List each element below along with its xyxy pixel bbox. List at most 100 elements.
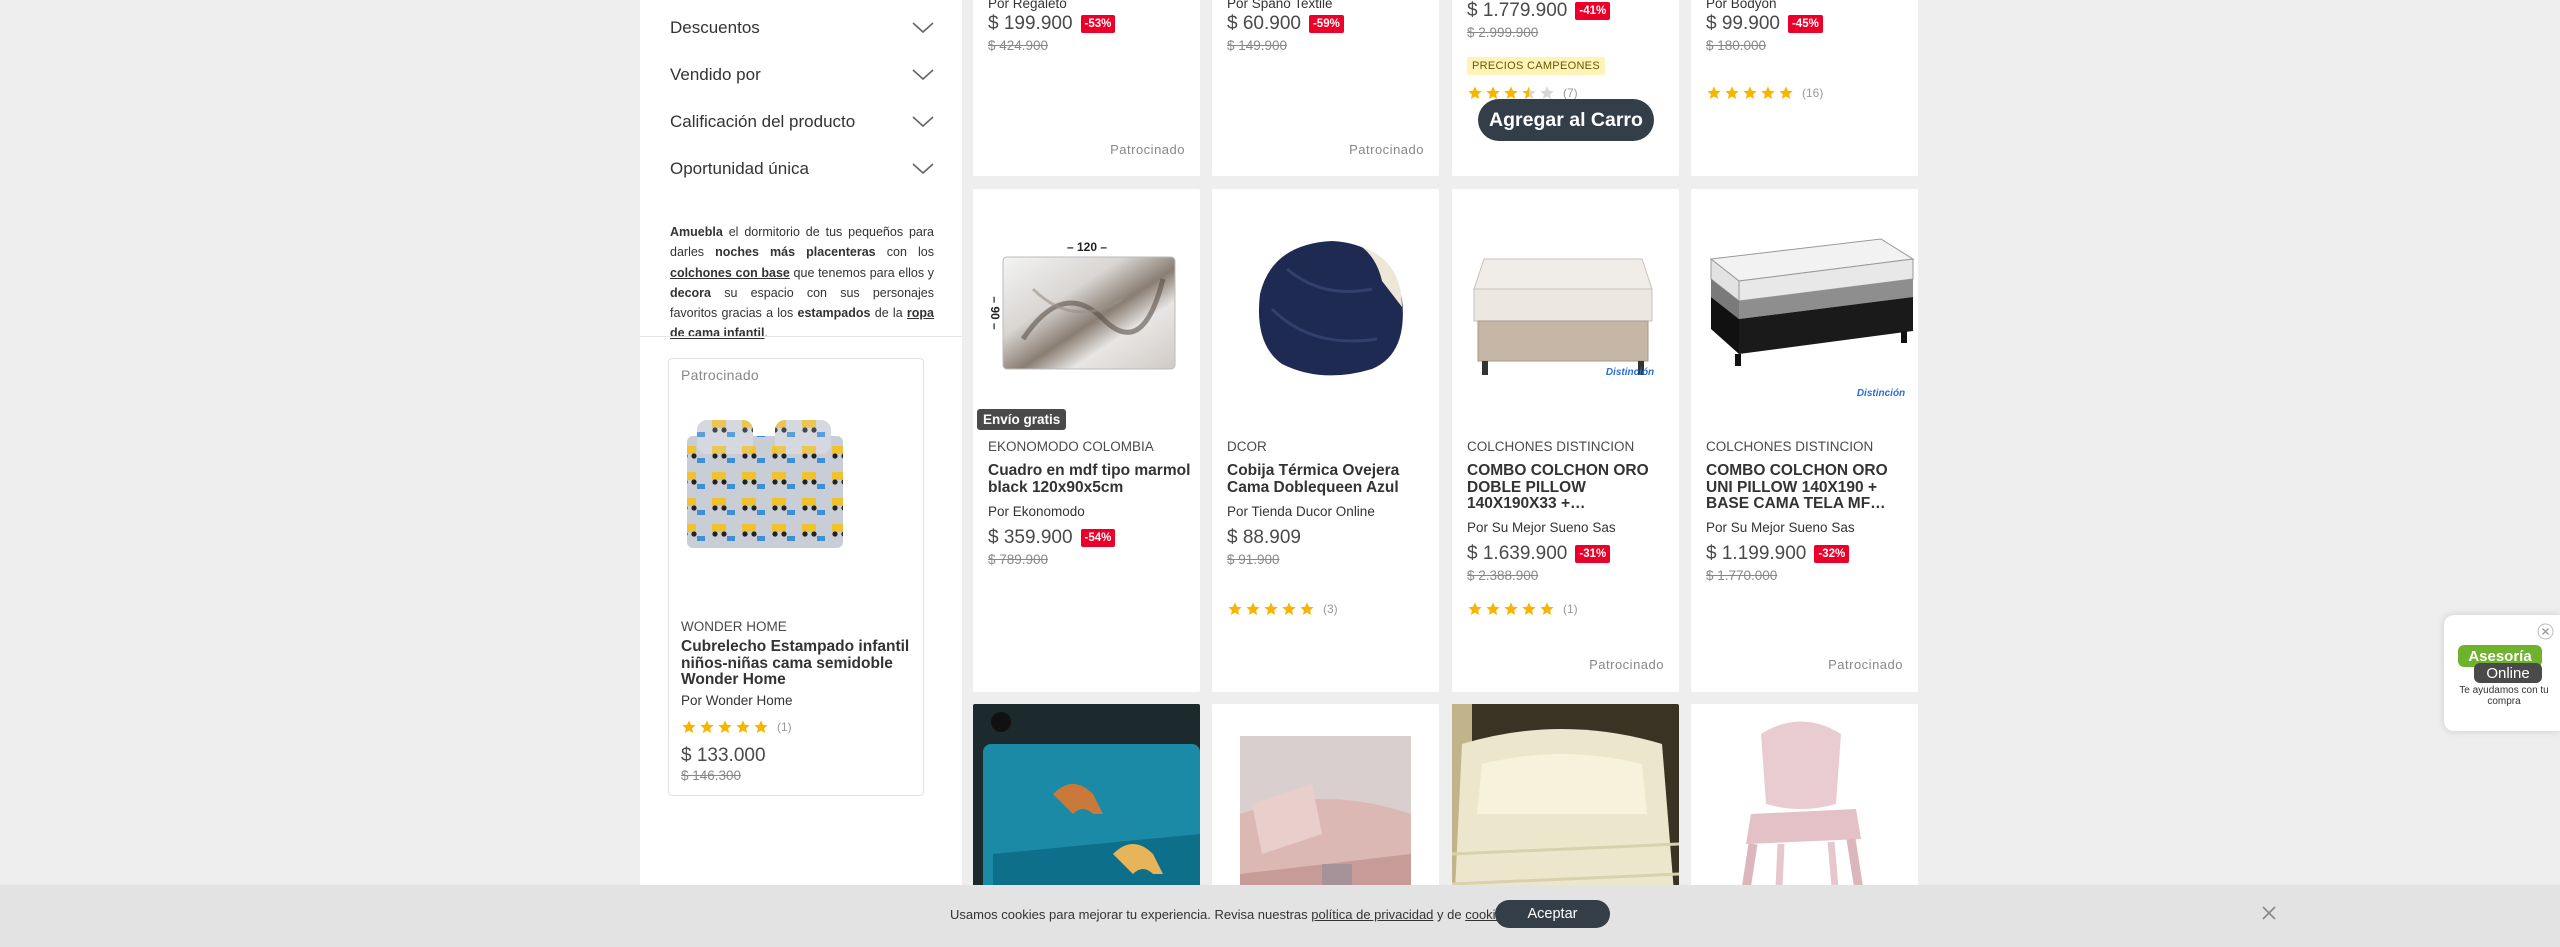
- product-seller: Por Wonder Home: [681, 693, 793, 708]
- filter-calificacion[interactable]: Calificación del producto: [670, 98, 934, 145]
- accept-cookies-button[interactable]: Aceptar: [1495, 900, 1610, 928]
- discount-badge: -45%: [1787, 15, 1823, 33]
- product-card[interactable]: Por Bodyon $ 99.900 -45% $ 180.000 (16): [1691, 0, 1918, 176]
- product-brand: WONDER HOME: [681, 619, 787, 634]
- free-shipping-badge: Envío gratis: [977, 409, 1067, 430]
- filter-label: Calificación del producto: [670, 111, 856, 131]
- star-icon: [682, 720, 696, 733]
- product-price: $ 99.900 -45%: [1706, 13, 1823, 35]
- old-price: $ 2.388.900: [1467, 568, 1539, 583]
- asesoria-caption: Te ayudamos con tu compra: [2459, 685, 2549, 707]
- product-brand: COLCHONES DISTINCION: [1467, 439, 1635, 454]
- discount-badge: -31%: [1575, 545, 1611, 563]
- old-price: $ 1.770.000: [1706, 568, 1778, 583]
- filter-descuentos[interactable]: Descuentos: [670, 4, 934, 51]
- star-icon: [718, 720, 732, 733]
- product-card[interactable]: Por Regaleto $ 199.900 -53% $ 424.900 Pat…: [973, 0, 1200, 176]
- filter-oportunidad[interactable]: Oportunidad única: [670, 145, 934, 192]
- rating-count: (16): [1802, 86, 1824, 100]
- star-icon: [1707, 86, 1721, 99]
- star-icon: [1282, 602, 1296, 615]
- product-image: Distinción: [1691, 189, 1918, 417]
- star-icon: [1486, 602, 1500, 615]
- product-title[interactable]: Cubrelecho Estampado infantil niños-niña…: [681, 638, 913, 689]
- sponsored-product-card[interactable]: Patrocinado WONDER HOME Cubrelecho Estam…: [668, 358, 924, 796]
- product-brand: COLCHONES DISTINCION: [1706, 439, 1874, 454]
- chevron-down-icon: [912, 162, 934, 174]
- product-card[interactable]: Distinción COLCHONES DISTINCION COMBO CO…: [1691, 189, 1918, 692]
- dimension-label: – 90 –: [988, 296, 1002, 330]
- discount-badge: -53%: [1080, 15, 1116, 33]
- rating-count: (7): [1563, 86, 1578, 100]
- divider: [640, 336, 962, 337]
- brand-logo: Distinción: [1857, 388, 1905, 399]
- asesoria-online-widget[interactable]: Asesoría Online Te ayudamos con tu compr…: [2444, 615, 2560, 731]
- rating-stars: (16): [1706, 85, 1823, 101]
- chevron-down-icon: [912, 68, 934, 80]
- sponsored-tag: Patrocinado: [1828, 657, 1903, 672]
- rating-stars: (1): [681, 719, 792, 735]
- star-icon: [1504, 602, 1518, 615]
- product-card[interactable]: Distinción COLCHONES DISTINCION COMBO CO…: [1452, 189, 1679, 692]
- rating-count: (1): [777, 720, 792, 734]
- star-icon: [754, 720, 768, 733]
- product-price: $ 60.900 -59%: [1227, 13, 1344, 35]
- sponsored-tag: Patrocinado: [1110, 142, 1185, 157]
- star-icon: [1761, 86, 1775, 99]
- discount-badge: -32%: [1814, 545, 1850, 563]
- star-icon: [1743, 86, 1757, 99]
- rating-count: (1): [1563, 602, 1578, 616]
- product-title[interactable]: COMBO COLCHON ORO DOBLE PILLOW 140X190X3…: [1467, 462, 1672, 513]
- dimension-label: – 120 –: [1067, 240, 1107, 254]
- product-price: $ 133.000: [681, 745, 766, 766]
- star-icon: [700, 720, 714, 733]
- filter-panel: Descuentos Vendido por Calificación del …: [640, 0, 962, 947]
- star-icon: [1300, 602, 1314, 615]
- rating-stars: (1): [1467, 601, 1578, 617]
- discount-badge: -54%: [1080, 529, 1116, 547]
- seo-promo-text: Amuebla el dormitorio de tus pequeños pa…: [670, 225, 935, 341]
- product-price: $ 88.909: [1227, 527, 1301, 548]
- old-price: $ 91.900: [1227, 552, 1280, 567]
- add-to-cart-button[interactable]: Agregar al Carro: [1478, 99, 1654, 141]
- product-card[interactable]: DCOR Cobija Térmica Ovejera Cama Doblequ…: [1212, 189, 1439, 692]
- old-price: $ 424.900: [988, 38, 1049, 53]
- star-icon: [1246, 602, 1260, 615]
- asesoria-subtitle: Online: [2474, 663, 2542, 683]
- close-icon[interactable]: [2537, 623, 2554, 640]
- star-icon: [1228, 602, 1242, 615]
- product-price: $ 1.199.900 -32%: [1706, 543, 1850, 565]
- product-card[interactable]: Por Spano Textile $ 60.900 -59% $ 149.900…: [1212, 0, 1439, 176]
- star-icon: [1725, 86, 1739, 99]
- link-colchones[interactable]: colchones con base: [670, 266, 790, 280]
- product-seller: Por Spano Textile: [1227, 0, 1333, 11]
- rating-stars: (3): [1227, 601, 1338, 617]
- discount-badge: -41%: [1575, 2, 1611, 20]
- product-title[interactable]: Cuadro en mdf tipo marmol black 120x90x5…: [988, 462, 1193, 496]
- star-icon: [736, 720, 750, 733]
- product-title[interactable]: COMBO COLCHON ORO UNI PILLOW 140X190 + B…: [1706, 462, 1911, 513]
- filter-vendido-por[interactable]: Vendido por: [670, 51, 934, 98]
- star-icon: [1779, 86, 1793, 99]
- product-title[interactable]: Cobija Térmica Ovejera Cama Doblequeen A…: [1227, 462, 1432, 496]
- product-seller: Por Ekonomodo: [988, 504, 1085, 519]
- chevron-down-icon: [912, 115, 934, 127]
- old-price: $ 789.900: [988, 552, 1049, 567]
- product-price: $ 1.639.900 -31%: [1467, 543, 1611, 565]
- product-seller: Por Su Mejor Sueno Sas: [1467, 520, 1616, 535]
- star-icon: [1540, 602, 1554, 615]
- privacy-policy-link[interactable]: política de privacidad: [1311, 907, 1433, 922]
- product-brand: DCOR: [1227, 439, 1267, 454]
- product-card[interactable]: $ 1.779.900 -41% $ 2.999.900 PRECIOS CAMP…: [1452, 0, 1679, 176]
- old-price: $ 146.300: [681, 768, 742, 783]
- product-card[interactable]: – 120 – – 90 – Envío gratis EKONOMODO CO…: [973, 189, 1200, 692]
- sponsored-tag: Patrocinado: [1349, 142, 1424, 157]
- star-icon: [1522, 602, 1536, 615]
- star-icon: [1468, 602, 1482, 615]
- filter-label: Oportunidad única: [670, 158, 809, 178]
- close-icon[interactable]: [2258, 902, 2280, 924]
- product-seller: Por Bodyon: [1706, 0, 1777, 11]
- brand-logo: Distinción: [1606, 367, 1654, 378]
- rating-count: (3): [1323, 602, 1338, 616]
- product-brand: EKONOMODO COLOMBIA: [988, 439, 1154, 454]
